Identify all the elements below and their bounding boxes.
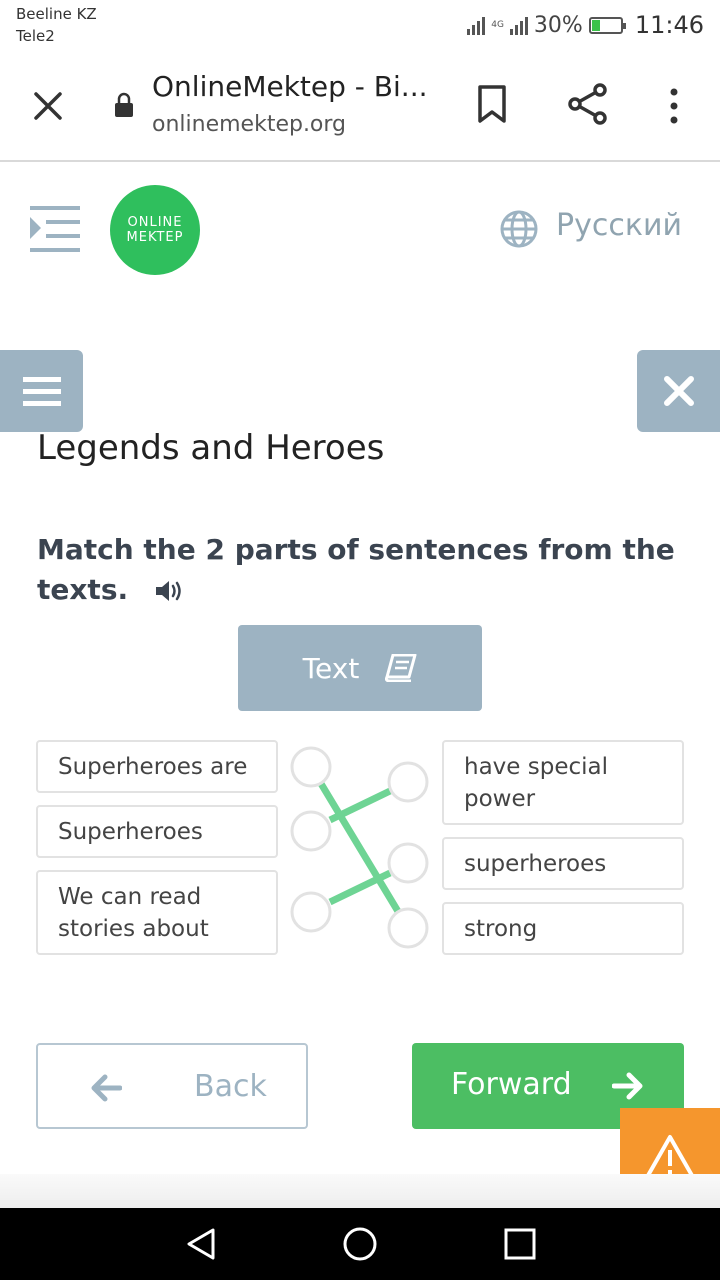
language-selector[interactable]: Русский — [556, 208, 682, 243]
left-option-label: Superheroes are — [58, 753, 248, 780]
right-option-label: have special power — [464, 753, 608, 812]
page-title[interactable]: OnlineMektep - Bi... — [152, 70, 432, 103]
right-option[interactable]: have special power — [442, 740, 684, 825]
left-option[interactable]: Superheroes are — [36, 740, 278, 793]
hamburger-icon — [22, 377, 61, 406]
lesson-title: Legends and Heroes — [37, 428, 385, 468]
connection-line — [328, 787, 392, 824]
status-bar: Beeline KZ Tele2 4G 30% 11:46 — [0, 0, 720, 50]
right-option[interactable]: strong — [442, 902, 684, 955]
left-connector-dot[interactable] — [290, 746, 332, 788]
signal-icon-2 — [509, 15, 528, 35]
page-footer-area — [0, 1174, 720, 1208]
task-instruction: Match the 2 parts of sentences from the … — [37, 530, 677, 610]
site-header: ONLINE MEKTEP Русский — [0, 162, 720, 302]
page-url[interactable]: onlinemektep.org — [152, 112, 346, 137]
carrier-name-1: Beeline KZ — [16, 5, 97, 23]
sidebar-toggle-icon[interactable] — [30, 206, 82, 254]
system-navigation-bar — [0, 1208, 720, 1280]
nav-home-icon[interactable] — [342, 1226, 378, 1262]
right-option-label: strong — [464, 915, 538, 942]
left-connector-dot[interactable] — [290, 810, 332, 852]
open-text-button[interactable]: Text — [238, 625, 482, 711]
arrow-right-icon — [612, 1072, 643, 1100]
battery-icon — [588, 16, 626, 34]
logo-text-line-2: MEKTEP — [126, 230, 184, 245]
carrier-name-2: Tele2 — [16, 27, 55, 45]
network-type-label: 4G — [491, 19, 504, 30]
left-option-label: We can read stories about — [58, 883, 209, 942]
instruction-text: Match the 2 parts of sentences from the … — [37, 533, 675, 606]
close-icon[interactable] — [28, 86, 68, 126]
browser-toolbar: OnlineMektep - Bi... onlinemektep.org — [0, 50, 720, 162]
bookmark-icon[interactable] — [476, 84, 508, 124]
lock-icon — [115, 92, 133, 117]
left-option[interactable]: We can read stories about — [36, 870, 278, 955]
open-text-label: Text — [302, 651, 360, 685]
share-icon[interactable] — [566, 82, 610, 126]
more-menu-icon[interactable] — [664, 86, 684, 126]
logo-text-line-1: ONLINE — [127, 215, 183, 230]
battery-percent: 30% — [533, 12, 583, 38]
right-connector-dot[interactable] — [387, 907, 429, 949]
right-option[interactable]: superheroes — [442, 837, 684, 890]
right-option-label: superheroes — [464, 850, 607, 877]
book-icon — [385, 654, 417, 682]
nav-recent-apps-icon[interactable] — [503, 1227, 537, 1261]
lesson-menu-button[interactable] — [0, 350, 83, 432]
signal-icon — [467, 15, 486, 35]
speaker-icon[interactable] — [154, 579, 184, 603]
left-option-label: Superheroes — [58, 818, 203, 845]
forward-label: Forward — [451, 1067, 572, 1102]
back-label: Back — [194, 1069, 267, 1104]
back-button[interactable]: Back — [36, 1043, 308, 1129]
lesson-close-button[interactable] — [637, 350, 720, 432]
left-option[interactable]: Superheroes — [36, 805, 278, 858]
close-icon — [663, 376, 694, 406]
arrow-left-icon — [91, 1074, 122, 1102]
matching-connections — [290, 746, 429, 949]
right-connector-dot[interactable] — [387, 842, 429, 884]
nav-back-icon[interactable] — [183, 1226, 219, 1262]
left-connector-dot[interactable] — [290, 891, 332, 933]
right-connector-dot[interactable] — [387, 761, 429, 803]
clock: 11:46 — [634, 11, 704, 39]
globe-icon[interactable] — [500, 210, 538, 248]
site-logo[interactable]: ONLINE MEKTEP — [110, 185, 200, 275]
